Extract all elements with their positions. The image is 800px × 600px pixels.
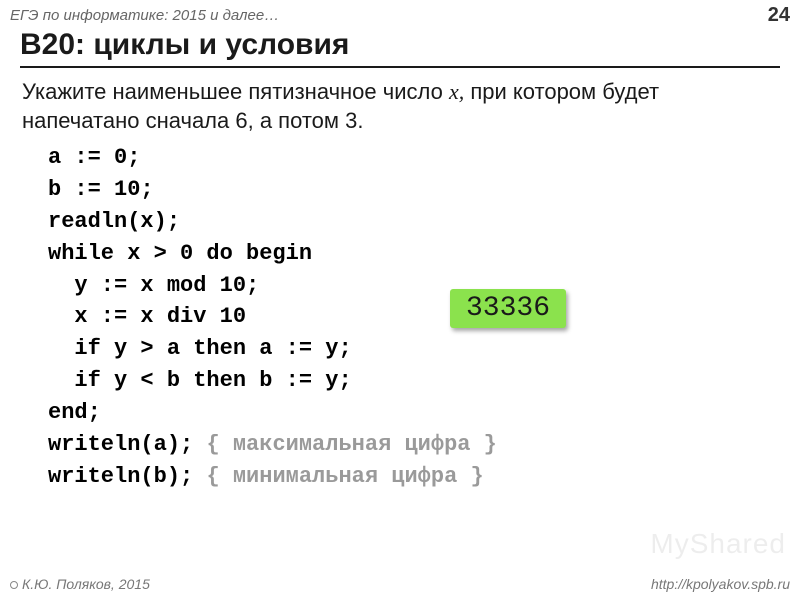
footer-bar: К.Ю. Поляков, 2015 http://kpolyakov.spb.… xyxy=(10,576,790,592)
problem-prompt: Укажите наименьшее пятизначное число x, … xyxy=(22,78,770,135)
code-line: while x > 0 do begin xyxy=(48,241,312,266)
slide: ЕГЭ по информатике: 2015 и далее… 24 B20… xyxy=(0,0,800,600)
code-line: b := 10; xyxy=(48,177,154,202)
code-line: writeln(a); xyxy=(48,432,206,457)
code-line: end; xyxy=(48,400,101,425)
code-line: if y < b then b := y; xyxy=(48,368,352,393)
header-bar: ЕГЭ по информатике: 2015 и далее… 24 xyxy=(10,4,790,27)
code-line: if y > a then a := y; xyxy=(48,336,352,361)
footer-url: http://kpolyakov.spb.ru xyxy=(651,576,790,592)
code-line: readln(x); xyxy=(48,209,180,234)
code-comment: { максимальная цифра } xyxy=(206,432,496,457)
code-line: writeln(b); xyxy=(48,464,206,489)
code-line: a := 0; xyxy=(48,145,140,170)
code-line: x := x div 10 xyxy=(48,304,246,329)
slide-title: B20: циклы и условия xyxy=(20,28,780,68)
page-number: 24 xyxy=(768,4,790,27)
code-line: y := x mod 10; xyxy=(48,273,259,298)
footer-author: К.Ю. Поляков, 2015 xyxy=(10,576,150,592)
subject-text: ЕГЭ по информатике: 2015 и далее… xyxy=(10,7,279,24)
watermark: MyShared xyxy=(650,528,786,560)
code-block: a := 0; b := 10; readln(x); while x > 0 … xyxy=(48,142,497,493)
code-comment: { минимальная цифра } xyxy=(206,464,483,489)
prompt-variable: x, xyxy=(449,79,464,104)
bullet-icon xyxy=(10,581,18,589)
prompt-part1: Укажите наименьшее пятизначное число xyxy=(22,79,449,104)
answer-box: 33336 xyxy=(450,289,566,328)
